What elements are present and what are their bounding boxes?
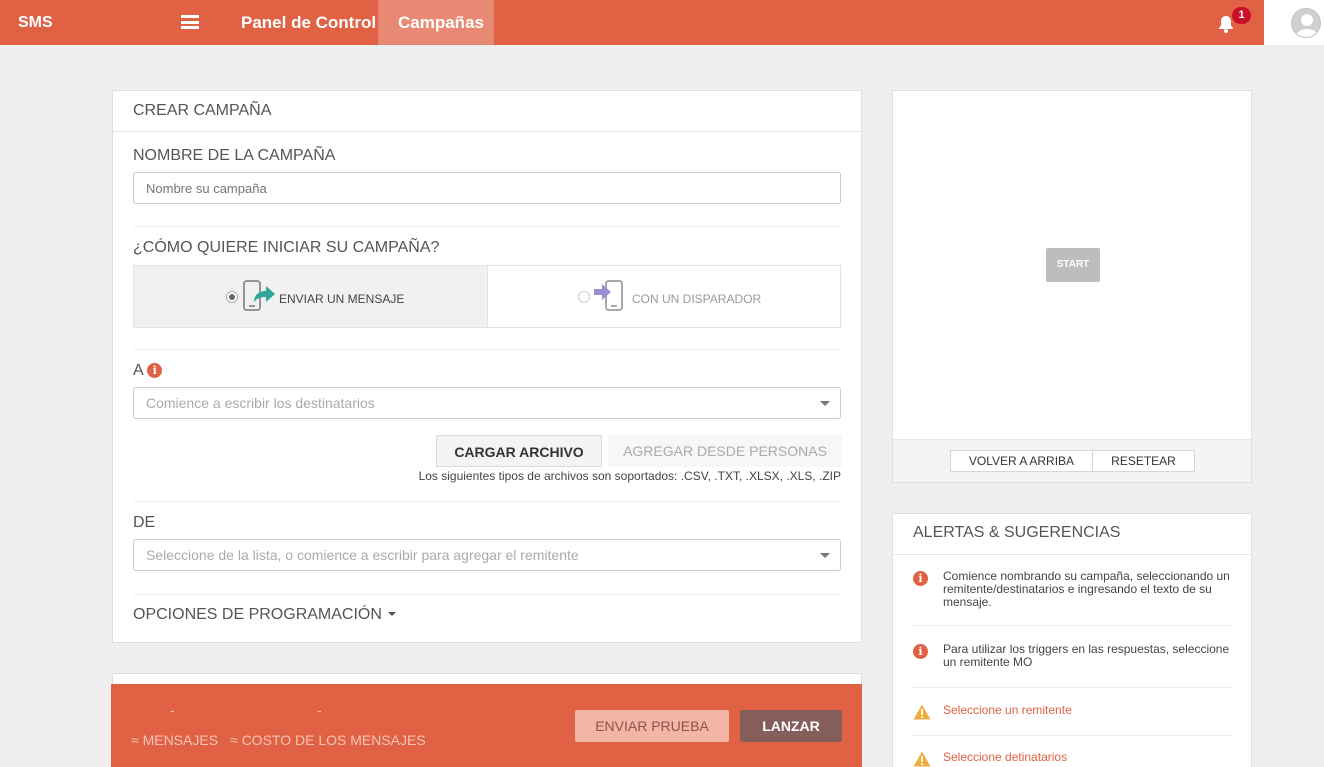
warning-icon [913,704,931,723]
nav-dashboard[interactable]: Panel de Control [221,0,396,45]
radio-send-message[interactable] [226,291,238,303]
recipients-label: A i [133,362,163,380]
alert-select-sender-link[interactable]: Seleccione un remitente [943,704,1231,717]
divider [133,349,841,350]
sender-label: DE [133,514,156,531]
alert-item: i Comience nombrando su campaña, selecci… [913,570,1231,610]
option-send-message-label: ENVIAR UN MENSAJE [279,292,405,306]
divider [893,554,1251,555]
messages-count: - [170,702,175,718]
launch-button[interactable]: LANZAR [740,710,842,742]
campaign-name-label: NOMBRE DE LA CAMPAÑA [133,147,336,164]
chevron-down-icon [820,553,830,558]
supported-filetypes-note: Los siguientes tipos de archivos son sop… [418,469,841,483]
divider [913,625,1231,626]
phone-send-icon [242,280,276,317]
option-send-message[interactable]: ENVIAR UN MENSAJE [133,265,488,328]
create-campaign-card: CREAR CAMPAÑA NOMBRE DE LA CAMPAÑA ¿CÓMO… [112,90,862,643]
option-trigger-label: CON UN DISPARADOR [632,292,762,306]
campaign-name-input[interactable] [133,172,841,204]
start-method-label: ¿CÓMO QUIERE INICIAR SU CAMPAÑA? [133,239,440,256]
add-from-people-button[interactable]: AGREGAR DESDE PERSONAS [608,435,842,467]
alert-select-recipients-link[interactable]: Seleccione detinatarios [943,751,1231,764]
divider [913,735,1231,736]
alerts-title: ALERTAS & SUGERENCIAS [913,524,1121,541]
back-to-top-button[interactable]: VOLVER A ARRIBA [950,450,1093,472]
preview-footer: VOLVER A ARRIBA RESETEAR [893,439,1251,482]
alert-item: i Para utilizar los triggers en las resp… [913,643,1231,671]
info-circle-icon: i [913,644,928,659]
upload-file-button[interactable]: CARGAR ARCHIVO [436,435,602,467]
phone-trigger-icon [594,280,628,317]
notification-badge: 1 [1232,7,1251,24]
recipients-placeholder: Comience a escribir los destinatarios [146,395,375,411]
reset-button[interactable]: RESETEAR [1092,450,1195,472]
divider [113,131,861,132]
info-icon[interactable]: i [147,363,163,378]
option-trigger[interactable]: CON UN DISPARADOR [487,265,841,328]
phone-preview-card: START VOLVER A ARRIBA RESETEAR [892,90,1252,483]
alert-text: Para utilizar los triggers en las respue… [943,642,1230,669]
messages-count-label: ≈ MENSAJES [131,732,219,748]
campaign-summary-bar: - ≈ MENSAJES - ≈ COSTO DE LOS MENSAJES E… [111,684,862,767]
info-circle-icon: i [913,571,928,586]
sender-select[interactable]: Seleccione de la lista, o comience a esc… [133,539,841,571]
divider [133,594,841,595]
avatar [1291,8,1321,38]
recipients-select[interactable]: Comience a escribir los destinatarios [133,387,841,419]
messages-cost-label: ≈ COSTO DE LOS MENSAJES [230,732,426,748]
sender-placeholder: Seleccione de la lista, o comience a esc… [146,547,579,563]
radio-trigger[interactable] [578,291,590,303]
messages-cost: - [317,702,322,718]
divider [133,501,841,502]
user-menu[interactable] [1264,0,1324,45]
brand-logo[interactable]: SMS [18,14,53,32]
card-title: CREAR CAMPAÑA [133,102,272,119]
chevron-down-icon [820,401,830,406]
nav-campaigns[interactable]: Campañas [378,0,494,45]
divider [913,687,1231,688]
recipients-label-text: A [133,362,143,379]
alert-item: Seleccione detinatarios [913,751,1231,767]
alerts-card: ALERTAS & SUGERENCIAS i Comience nombran… [892,513,1252,767]
schedule-options-toggle[interactable]: OPCIONES DE PROGRAMACIÓN [133,606,396,624]
divider [133,226,841,227]
warning-icon [913,751,931,767]
start-button[interactable]: START [1046,248,1100,282]
alert-text: Comience nombrando su campaña, seleccion… [943,569,1230,609]
caret-down-icon [387,612,396,616]
alert-item: Seleccione un remitente [913,704,1231,724]
top-navbar: SMS Panel de Control Campañas 1 [0,0,1324,45]
send-test-button[interactable]: ENVIAR PRUEBA [575,710,729,742]
schedule-options-label: OPCIONES DE PROGRAMACIÓN [133,606,382,623]
menu-toggle-icon[interactable] [181,15,199,29]
